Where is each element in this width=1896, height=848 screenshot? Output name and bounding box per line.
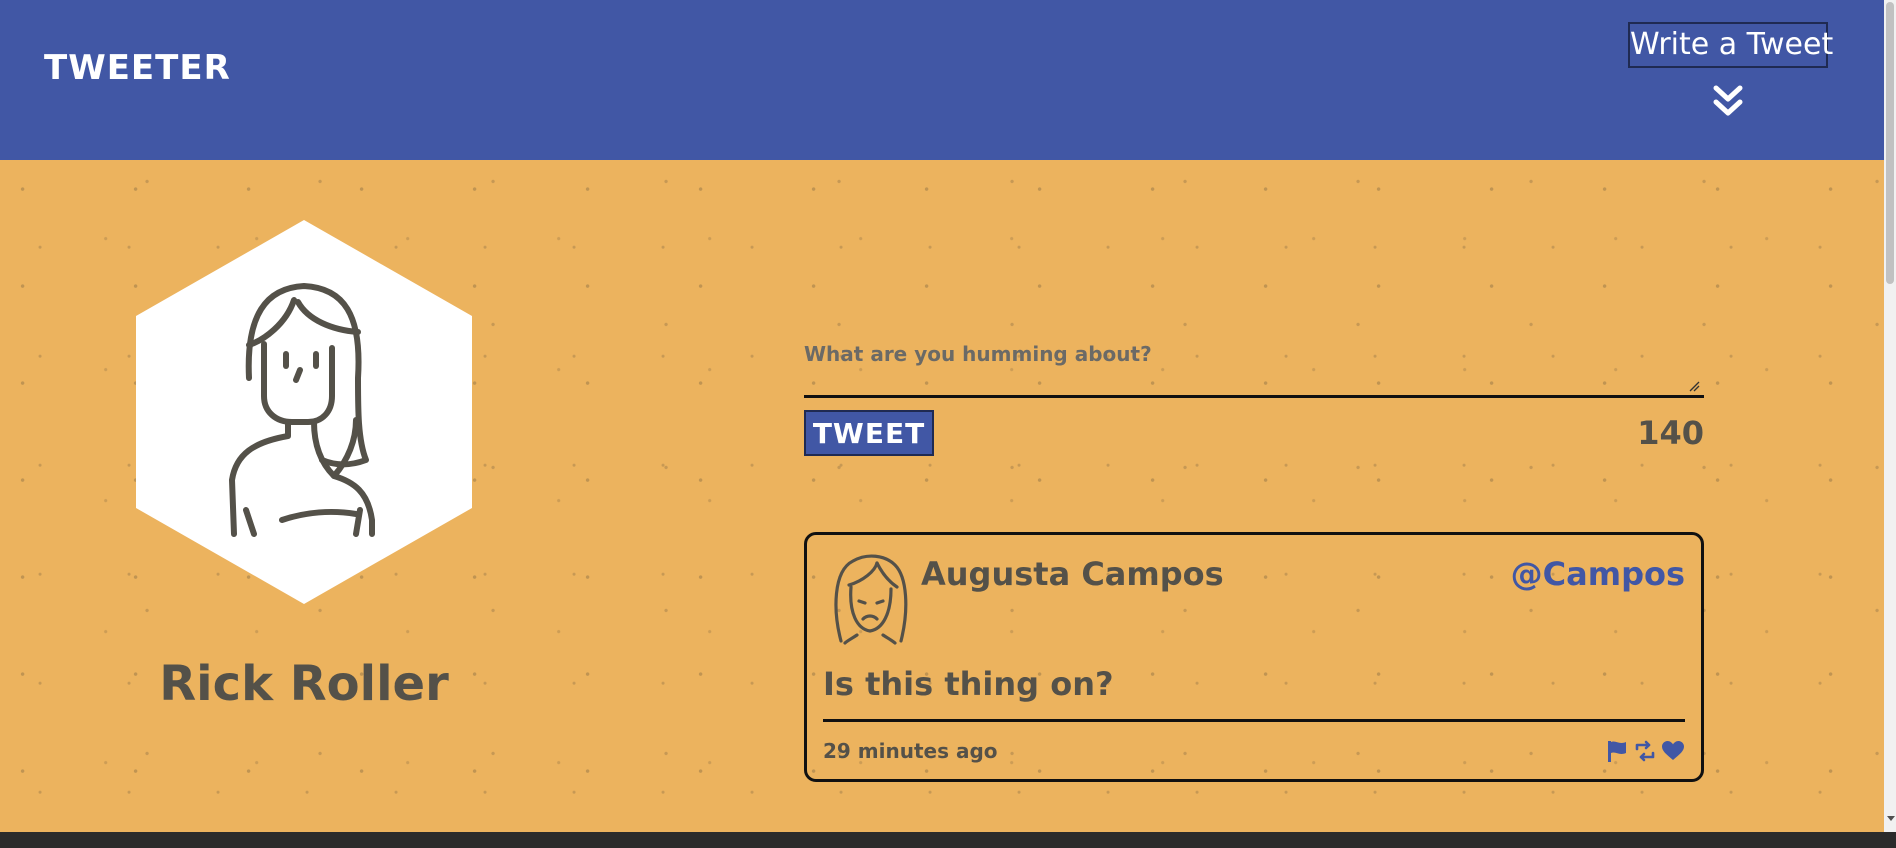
tweet-text: Is this thing on? xyxy=(823,665,1114,703)
tweet-input[interactable] xyxy=(804,330,1704,398)
tweet-card: Augusta Campos @Campos Is this thing on?… xyxy=(804,532,1704,782)
tweet-divider xyxy=(823,719,1685,722)
write-tweet-button[interactable]: Write a Tweet xyxy=(1628,22,1833,68)
woman-avatar-icon xyxy=(136,220,472,604)
tweet-author-handle[interactable]: @Campos xyxy=(1511,555,1685,593)
scrollbar-thumb[interactable] xyxy=(1886,2,1894,284)
chevron-double-down-icon[interactable] xyxy=(1712,84,1744,118)
tweet-submit-button[interactable]: TWEET xyxy=(804,410,934,456)
heart-icon[interactable] xyxy=(1661,739,1685,763)
navbar: TWEETER Write a Tweet xyxy=(0,0,1884,160)
tweet-author-name: Augusta Campos xyxy=(921,555,1224,593)
tweet-timestamp: 29 minutes ago xyxy=(823,739,998,763)
scroll-down-arrow-icon[interactable] xyxy=(1887,816,1895,821)
os-taskbar xyxy=(0,832,1896,848)
sad-woman-avatar-icon xyxy=(834,554,908,645)
retweet-icon[interactable] xyxy=(1633,739,1657,763)
brand-logo[interactable]: TWEETER xyxy=(44,48,231,88)
tweet-actions xyxy=(1605,739,1685,763)
character-counter: 140 xyxy=(1637,414,1704,452)
vertical-scrollbar[interactable] xyxy=(1884,0,1896,832)
resize-grip-icon[interactable] xyxy=(1688,380,1700,392)
profile-name: Rick Roller xyxy=(159,656,449,712)
flag-icon[interactable] xyxy=(1605,739,1629,763)
